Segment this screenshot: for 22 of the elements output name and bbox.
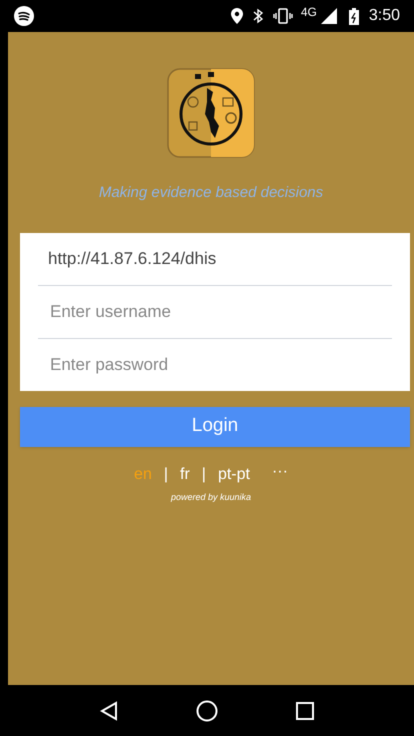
login-button[interactable]: Login	[20, 406, 410, 446]
language-link[interactable]: pt-pt	[218, 462, 250, 486]
battery-icon	[348, 8, 359, 24]
music-app-icon	[14, 6, 34, 26]
server-url-field[interactable]: http://41.87.6.124/dhis	[20, 232, 410, 284]
signal-icon	[320, 8, 337, 24]
more-languages-button[interactable]: ···	[272, 460, 288, 484]
password-field[interactable]: Enter password	[20, 338, 410, 390]
location-icon	[230, 8, 243, 24]
back-icon[interactable]	[98, 700, 119, 720]
username-field[interactable]: Enter username	[20, 286, 410, 338]
powered-by: powered by kuunika	[170, 490, 252, 504]
tagline: Making evidence based decisions	[98, 183, 324, 203]
language-link[interactable]: fr	[180, 462, 190, 486]
network-type: 4G	[300, 4, 317, 21]
separator: |	[202, 464, 206, 484]
vibrate-icon	[272, 8, 293, 24]
home-icon[interactable]	[196, 700, 218, 722]
recents-icon[interactable]	[295, 700, 316, 720]
bluetooth-icon	[252, 8, 263, 24]
clock: 3:50	[368, 6, 400, 26]
separator: |	[164, 464, 168, 484]
